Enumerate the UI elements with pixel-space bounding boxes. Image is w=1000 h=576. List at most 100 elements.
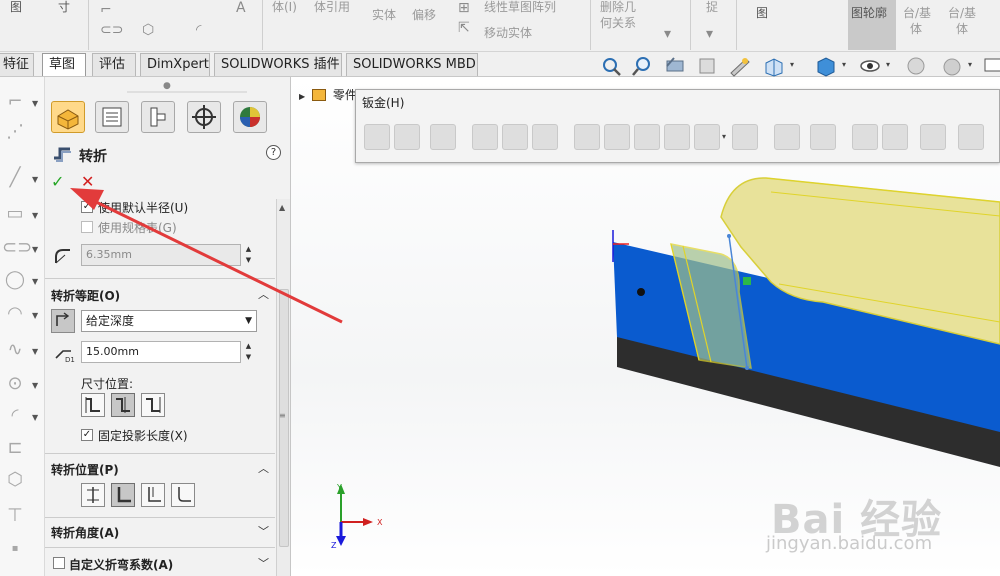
scene-icon[interactable] xyxy=(940,55,964,77)
expand-chevron-icon[interactable]: ﹀ xyxy=(258,555,269,571)
section-view-icon[interactable] xyxy=(696,55,720,77)
radius-spinner[interactable]: ▲ ▼ xyxy=(243,244,254,266)
fixed-face-marker[interactable] xyxy=(743,277,751,285)
bend-centerline-button[interactable] xyxy=(81,483,105,507)
appearance-icon[interactable] xyxy=(904,55,928,77)
ribbon-label[interactable]: 图 xyxy=(10,0,22,15)
cancel-button[interactable]: ✕ xyxy=(81,172,94,191)
lofted-bend-icon[interactable] xyxy=(664,124,690,150)
chevron-down-icon[interactable]: ▾ xyxy=(886,60,890,69)
bend-radius-field[interactable]: 6.35mm xyxy=(81,244,241,266)
scroll-up-icon[interactable]: ▲ xyxy=(279,203,285,212)
cross-break-icon[interactable] xyxy=(604,124,630,150)
material-inside-button[interactable] xyxy=(111,483,135,507)
ribbon-label[interactable]: 体引用 xyxy=(314,0,350,15)
slot-icon[interactable]: ⊂⊃ xyxy=(100,22,123,38)
chevron-down-icon[interactable]: ▼ xyxy=(32,277,38,286)
chevron-down-icon[interactable]: ▼ xyxy=(32,245,38,254)
fillet-sketch-icon[interactable]: ◜ xyxy=(196,22,201,38)
custom-bend-allowance-checkbox[interactable] xyxy=(53,557,65,569)
no-bends-icon[interactable] xyxy=(810,124,836,150)
tab-sketch[interactable]: 草图 xyxy=(42,53,86,76)
property-manager-scrollbar[interactable]: ▲ ≡ xyxy=(276,199,290,576)
end-condition-select[interactable]: 给定深度 ▼ xyxy=(81,310,257,332)
flatten-icon[interactable] xyxy=(774,124,800,150)
point-icon[interactable]: ⊤ xyxy=(2,505,28,527)
line-icon[interactable]: ╱ xyxy=(2,167,28,189)
help-icon[interactable]: ? xyxy=(266,145,281,160)
chevron-down-icon[interactable]: ▼ xyxy=(32,381,38,390)
jog-offset-section-title[interactable]: 转折等距(O) xyxy=(51,287,120,304)
tree-part-label[interactable]: 零件 xyxy=(333,88,357,102)
fillet-icon[interactable]: ◜ xyxy=(2,405,28,427)
fix-projected-length-checkbox[interactable]: ✓ xyxy=(81,429,93,441)
move-entity-icon[interactable]: ⇱ xyxy=(458,20,470,36)
ribbon-label[interactable]: 体 xyxy=(956,22,968,37)
overall-dimension-button[interactable] xyxy=(141,393,165,417)
offset-distance-field[interactable]: 15.00mm xyxy=(81,341,241,363)
tab-displaymanager[interactable] xyxy=(233,101,267,133)
material-outside-button[interactable] xyxy=(141,483,165,507)
chevron-down-icon[interactable]: ▼ xyxy=(32,347,38,356)
sketch-entity-icon[interactable]: ⌐ xyxy=(100,2,112,18)
chevron-down-icon[interactable]: ▼ xyxy=(32,211,38,220)
spline-icon[interactable]: ∿ xyxy=(2,339,28,361)
tree-expand-icon[interactable]: ▶ xyxy=(299,92,305,101)
tab-propertymanager[interactable] xyxy=(95,101,129,133)
use-gauge-table-checkbox[interactable] xyxy=(81,221,93,233)
ok-button[interactable]: ✓ xyxy=(51,172,64,191)
distance-spinner[interactable]: ▲ ▼ xyxy=(243,341,254,363)
chevron-down-icon[interactable]: ▼ xyxy=(32,413,38,422)
collapse-chevron-icon[interactable]: ︿ xyxy=(258,460,269,476)
arc-icon[interactable]: ◠ xyxy=(2,303,28,325)
bend-outside-button[interactable] xyxy=(171,483,195,507)
jog-angle-section-title[interactable]: 转折角度(A) xyxy=(51,524,119,541)
outside-offset-button[interactable] xyxy=(81,393,105,417)
inside-offset-button[interactable] xyxy=(111,393,135,417)
ribbon-label[interactable]: 移动实体 xyxy=(484,26,532,41)
chevron-down-icon[interactable]: ▾ xyxy=(842,60,846,69)
graphics-area[interactable]: ▶ 零件 钣金(H) ▾ Y X Z Bai 经验 jingyan.baidu.… xyxy=(291,77,1000,576)
tab-solidworks-mbd[interactable]: SOLIDWORKS MBD xyxy=(346,53,478,76)
ribbon-label[interactable]: 体(I) xyxy=(272,0,297,15)
hem-icon[interactable] xyxy=(502,124,528,150)
ribbon-label[interactable]: 图 xyxy=(756,6,768,21)
dropdown-arrow-icon[interactable]: ▾ xyxy=(706,26,713,42)
polygon-icon[interactable]: ⬡ xyxy=(142,22,154,38)
polygon-icon[interactable]: ⬡ xyxy=(2,469,28,491)
jog-icon[interactable] xyxy=(574,124,600,150)
dropdown-arrow-icon[interactable]: ▾ xyxy=(664,26,671,42)
linear-pattern-icon[interactable]: ⊞ xyxy=(458,0,470,16)
miter-flange-icon[interactable] xyxy=(472,124,498,150)
ribbon-label[interactable]: 寸 xyxy=(58,0,70,15)
view-triad[interactable]: Y X Z xyxy=(329,480,389,550)
sketch-endpoint[interactable] xyxy=(727,234,731,238)
custom-bend-allowance-label[interactable]: 自定义折弯系数(A) xyxy=(69,556,173,573)
centerline-icon[interactable]: ⋰ xyxy=(2,121,28,143)
forming-tool-icon[interactable] xyxy=(958,124,984,150)
chevron-down-icon[interactable]: ▼ xyxy=(32,311,38,320)
chevron-down-icon[interactable]: ▼ xyxy=(32,99,38,108)
ribbon-label[interactable]: 体 xyxy=(910,22,922,37)
tab-evaluate[interactable]: 评估 xyxy=(92,53,136,76)
ribbon-label[interactable]: 台/基 xyxy=(948,6,976,21)
unfold-icon[interactable] xyxy=(732,124,758,150)
reverse-direction-button[interactable] xyxy=(51,309,75,333)
dynamic-annotation-icon[interactable] xyxy=(728,55,752,77)
more-tools-icon[interactable]: ▪ xyxy=(2,543,28,565)
previous-view-icon[interactable] xyxy=(664,55,688,77)
display-style-icon[interactable] xyxy=(814,55,838,77)
chevron-down-icon[interactable]: ▼ xyxy=(32,175,38,184)
chevron-down-icon[interactable]: ▾ xyxy=(790,60,794,69)
zoom-to-fit-icon[interactable] xyxy=(600,55,624,77)
insert-bends-icon[interactable] xyxy=(882,124,908,150)
tab-featuremanager[interactable] xyxy=(51,101,85,133)
tab-features[interactable]: 特征 xyxy=(0,53,34,76)
line-tool-icon[interactable]: ⌐ xyxy=(2,91,28,113)
fold-icon[interactable] xyxy=(694,124,720,150)
chevron-down-icon[interactable]: ▾ xyxy=(722,132,726,141)
ribbon-label[interactable]: 线性草图阵列 xyxy=(484,0,556,15)
sketched-bend-icon[interactable] xyxy=(532,124,558,150)
slot-icon[interactable]: ⊂⊃ xyxy=(2,237,32,259)
rip-icon[interactable] xyxy=(852,124,878,150)
